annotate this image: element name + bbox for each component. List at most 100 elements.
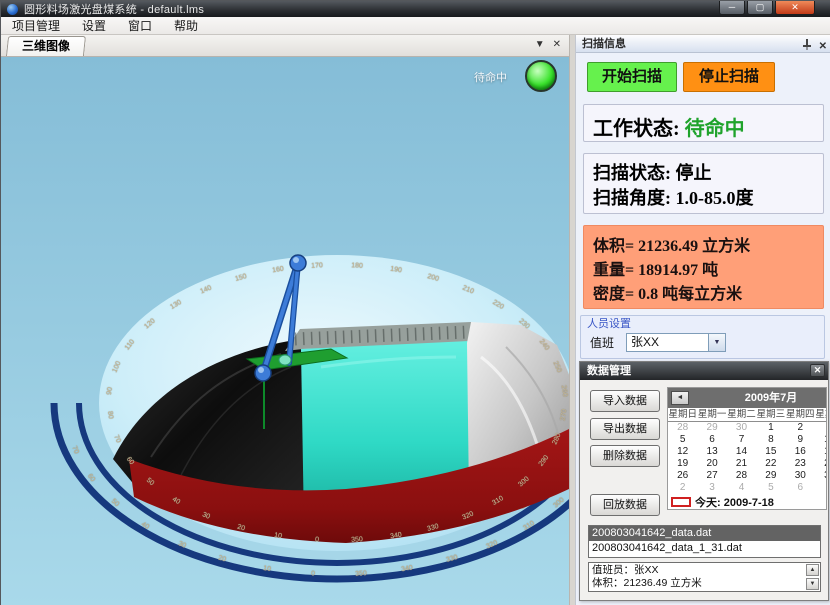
calendar-weekday: 星期四 <box>786 408 815 421</box>
minimize-button[interactable]: ─ <box>719 1 745 15</box>
import-data-button[interactable]: 导入数据 <box>590 390 660 412</box>
duty-person-combobox[interactable]: 张XX ▼ <box>626 333 726 352</box>
mast-base-sphere <box>255 365 271 381</box>
volume-line: 体积= 21236.49 立方米 <box>593 235 823 259</box>
calendar-day[interactable]: 12 <box>668 446 697 458</box>
app-icon <box>7 4 18 15</box>
calendar-weekday: 星期日 <box>668 408 697 421</box>
mast-top-sphere <box>290 255 306 271</box>
menu-item[interactable]: 帮助 <box>163 17 209 35</box>
calendar-day[interactable]: 4 <box>727 482 756 494</box>
maximize-button[interactable]: ▢ <box>747 1 773 15</box>
scan-pane-title: 扫描信息 ✕ <box>576 35 830 53</box>
pin-icon[interactable] <box>802 38 812 50</box>
calendar-day[interactable]: 17 <box>815 446 827 458</box>
tab-list-chevron-icon[interactable]: ▼ <box>535 39 545 50</box>
calendar-day[interactable]: 3 <box>697 482 726 494</box>
calendar: ◄ 2009年7月 星期日星期一星期二星期三星期四星期五星期六 28293012… <box>667 387 827 510</box>
calendar-day[interactable]: 30 <box>727 422 756 434</box>
calendar-today-marker <box>671 497 691 507</box>
calendar-header: ◄ 2009年7月 <box>668 388 827 408</box>
calendar-day[interactable]: 3 <box>815 422 827 434</box>
calendar-day[interactable]: 30 <box>786 470 815 482</box>
calendar-day[interactable]: 16 <box>786 446 815 458</box>
combo-dropdown-icon[interactable]: ▼ <box>708 334 725 351</box>
calendar-month-title: 2009年7月 <box>745 392 798 404</box>
delete-data-button[interactable]: 删除数据 <box>590 445 660 467</box>
calendar-day[interactable]: 13 <box>697 446 726 458</box>
data-file-list: 200803041642_data.dat200803041642_data_1… <box>588 525 821 558</box>
work-status-box: 工作状态: 待命中 <box>583 104 824 142</box>
calendar-day[interactable]: 22 <box>756 458 785 470</box>
duty-label: 值班 <box>590 334 614 351</box>
file-info-line: 值班员：张XX <box>592 564 702 577</box>
calendar-prev-month-button[interactable]: ◄ <box>671 391 689 405</box>
calendar-day[interactable]: 27 <box>697 470 726 482</box>
calendar-day[interactable]: 24 <box>815 458 827 470</box>
close-button[interactable]: ✕ <box>775 1 815 15</box>
calendar-day[interactable]: 29 <box>697 422 726 434</box>
calendar-day[interactable]: 15 <box>756 446 785 458</box>
personnel-legend: 人员设置 <box>587 315 631 331</box>
pane-close-icon[interactable]: ✕ <box>819 38 827 56</box>
status-led-green <box>525 60 557 92</box>
export-data-button[interactable]: 导出数据 <box>590 418 660 440</box>
calendar-day[interactable]: 21 <box>727 458 756 470</box>
density-line: 密度= 0.8 吨每立方米 <box>593 283 823 307</box>
calendar-day[interactable]: 7 <box>815 482 827 494</box>
tab-3d-image[interactable]: 三维图像 <box>6 36 86 56</box>
menu-item[interactable]: 设置 <box>71 17 117 35</box>
calendar-weekday-row: 星期日星期一星期二星期三星期四星期五星期六 <box>668 408 827 422</box>
personnel-groupbox: 人员设置 值班 张XX ▼ <box>580 315 825 359</box>
calendar-day[interactable]: 7 <box>727 434 756 446</box>
scan-status-line: 扫描状态: 停止 <box>593 161 823 186</box>
app-window: { "window": { "title": "圆形料场激光盘煤系统 - def… <box>0 0 830 605</box>
file-list-item[interactable]: 200803041642_data_1_31.dat <box>589 541 820 556</box>
scroll-down-icon[interactable]: ▼ <box>806 578 819 590</box>
weight-line: 重量= 18914.97 吨 <box>593 259 823 283</box>
tab-strip: 三维图像 ▼ ✕ <box>1 35 569 57</box>
calendar-day[interactable]: 29 <box>756 470 785 482</box>
calendar-day[interactable]: 1 <box>756 422 785 434</box>
calendar-today-label[interactable]: 今天: 2009-7-18 <box>695 494 774 510</box>
file-info-line: 体积：21236.49 立方米 <box>592 577 702 590</box>
document-pane: 三维图像 ▼ ✕ <box>1 35 569 605</box>
scroll-up-icon[interactable]: ▲ <box>806 564 819 576</box>
start-scan-button[interactable]: 开始扫描 <box>587 62 677 92</box>
scanner-head <box>279 355 291 365</box>
calendar-day[interactable]: 9 <box>786 434 815 446</box>
calendar-day[interactable]: 26 <box>668 470 697 482</box>
calendar-day[interactable]: 8 <box>756 434 785 446</box>
calendar-day[interactable]: 5 <box>756 482 785 494</box>
menu-bar: 项目管理设置窗口帮助 <box>1 17 830 35</box>
data-manager-titlebar: 数据管理 ✕ <box>580 362 828 380</box>
calendar-day[interactable]: 5 <box>668 434 697 446</box>
calendar-day[interactable]: 20 <box>697 458 726 470</box>
calendar-day[interactable]: 2 <box>786 422 815 434</box>
replay-data-button[interactable]: 回放数据 <box>590 494 660 516</box>
mast-sphere-highlight2 <box>258 367 264 373</box>
menu-item[interactable]: 窗口 <box>117 17 163 35</box>
tab-close-icon[interactable]: ✕ <box>553 39 561 50</box>
calendar-day[interactable]: 19 <box>668 458 697 470</box>
calendar-day[interactable]: 28 <box>727 470 756 482</box>
calendar-day[interactable]: 31 <box>815 470 827 482</box>
calendar-day[interactable]: 14 <box>727 446 756 458</box>
calendar-day[interactable]: 6 <box>697 434 726 446</box>
calendar-weekday: 星期二 <box>727 408 756 421</box>
viewport-3d[interactable]: 0102030405060708090100110120130140150160… <box>1 57 569 605</box>
calendar-day[interactable]: 2 <box>668 482 697 494</box>
calendar-day[interactable]: 28 <box>668 422 697 434</box>
file-list-item[interactable]: 200803041642_data.dat <box>589 526 820 541</box>
calendar-day[interactable]: 10 <box>815 434 827 446</box>
data-manager-close-icon[interactable]: ✕ <box>810 364 825 377</box>
scene-3d <box>1 57 569 605</box>
viewport-status-text: 待命中 <box>474 69 507 85</box>
calendar-day[interactable]: 6 <box>786 482 815 494</box>
stop-scan-button[interactable]: 停止扫描 <box>683 62 775 92</box>
calendar-day[interactable]: 23 <box>786 458 815 470</box>
menu-item[interactable]: 项目管理 <box>1 17 71 35</box>
scan-angle-line: 扫描角度: 1.0-85.0度 <box>593 186 823 211</box>
file-info-text: 值班员：张XX体积：21236.49 立方米 <box>592 564 702 590</box>
scan-info-pane: 扫描信息 ✕ 开始扫描 停止扫描 工作状态: 待命中 扫描状态: 停止 扫描角度… <box>575 35 830 605</box>
